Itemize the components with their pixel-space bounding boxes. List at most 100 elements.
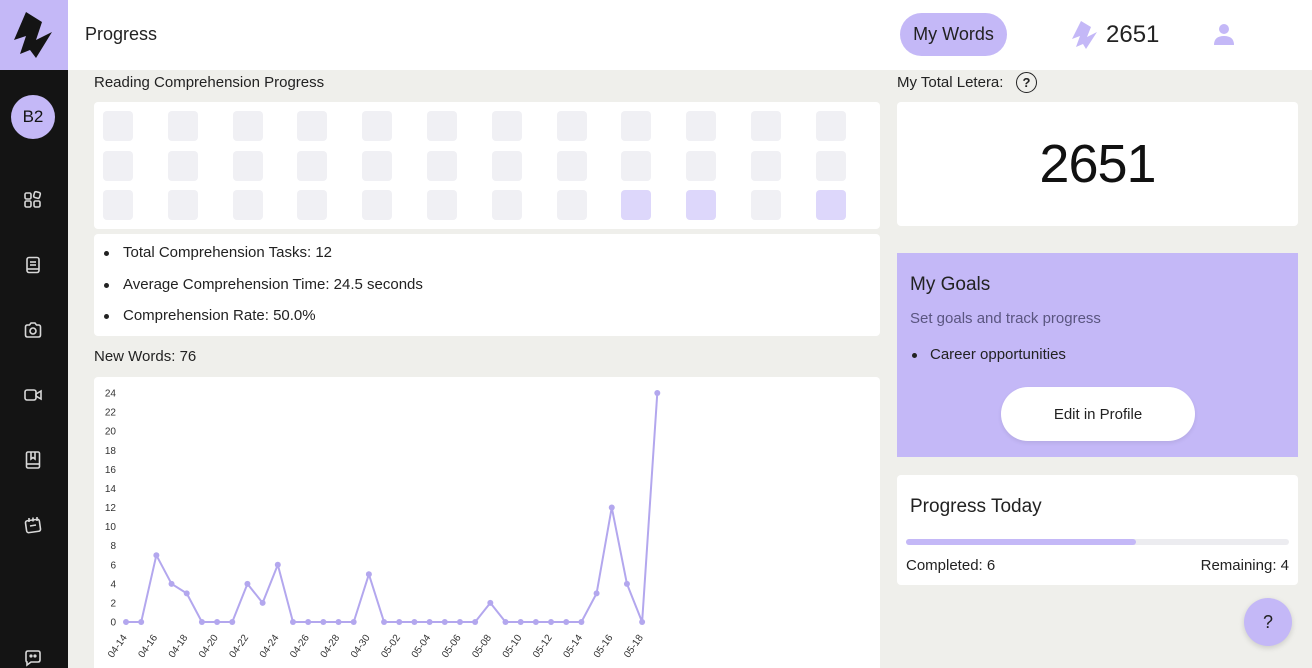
data-point — [593, 590, 600, 597]
x-tick-label: 05-12 — [531, 633, 555, 661]
data-point — [365, 571, 372, 578]
y-tick-label: 0 — [110, 618, 116, 629]
bolt-logo-icon — [14, 12, 52, 58]
bolt-icon — [1072, 21, 1097, 49]
series-line — [126, 392, 659, 623]
stat-average-time: Average Comprehension Time: 24.5 seconds — [104, 275, 423, 307]
data-point — [563, 619, 570, 625]
comprehension-cell — [815, 150, 846, 181]
nav-dashboard-button[interactable] — [22, 189, 44, 211]
comprehension-cell — [232, 111, 263, 141]
total-letera-value: 2651 — [1039, 134, 1156, 194]
top-bar: Progress My Words 2651 — [68, 0, 1312, 70]
data-point — [502, 619, 509, 625]
app-logo[interactable] — [0, 0, 68, 70]
nav-camera-button[interactable] — [22, 319, 44, 341]
data-point — [350, 619, 357, 625]
notebook-icon — [24, 517, 42, 534]
comprehension-cell — [686, 111, 717, 141]
x-tick-label: 05-10 — [501, 633, 525, 661]
x-tick-label: 05-14 — [561, 633, 585, 661]
comprehension-cell — [232, 190, 263, 220]
data-point — [138, 619, 145, 625]
bookmark-book-icon — [25, 451, 41, 469]
nav-video-button[interactable] — [22, 384, 44, 406]
x-tick-label: 05-16 — [592, 633, 616, 661]
comprehension-cell — [167, 111, 198, 141]
data-point — [335, 619, 342, 625]
x-tick-label: 04-26 — [288, 633, 312, 661]
comprehension-cell — [815, 111, 846, 141]
nav-chat-button[interactable] — [22, 647, 44, 668]
video-icon — [24, 389, 42, 401]
comprehension-grid — [94, 102, 880, 229]
data-point — [274, 561, 281, 568]
comprehension-cell — [556, 111, 587, 141]
x-tick-label: 05-18 — [622, 633, 646, 661]
data-point — [198, 619, 205, 625]
y-tick-label: 18 — [105, 446, 117, 457]
sidebar: B2 — [0, 0, 68, 668]
comprehension-cell — [751, 150, 781, 181]
comprehension-cell — [362, 111, 393, 141]
progress-bar-fill — [906, 539, 1136, 545]
comprehension-cell — [103, 190, 133, 220]
data-point — [320, 619, 327, 625]
level-badge[interactable]: B2 — [11, 95, 55, 139]
comprehension-cell — [556, 150, 587, 181]
comprehension-cell — [362, 190, 393, 220]
data-point — [396, 619, 403, 625]
data-point — [456, 619, 463, 625]
remaining-count: Remaining: 4 — [1200, 557, 1289, 574]
comprehension-cell — [751, 111, 781, 141]
x-tick-label: 04-24 — [258, 633, 282, 661]
x-tick-label: 04-18 — [167, 633, 191, 661]
data-point — [305, 619, 312, 625]
data-point — [214, 619, 221, 625]
data-point — [578, 619, 585, 625]
y-tick-label: 22 — [105, 408, 117, 419]
y-tick-label: 10 — [105, 522, 117, 533]
new-words-label: New Words: 76 — [94, 348, 197, 365]
nav-library-button[interactable] — [22, 449, 44, 471]
comprehension-cell — [232, 150, 263, 181]
comprehension-cell — [491, 190, 522, 220]
total-letera-card: 2651 — [897, 102, 1298, 226]
comprehension-cell — [362, 150, 393, 181]
data-point — [517, 619, 524, 625]
y-tick-label: 8 — [110, 541, 116, 552]
comprehension-cell — [686, 150, 717, 181]
data-point — [259, 599, 266, 606]
comprehension-cell — [621, 190, 652, 220]
nav-notebook-button[interactable] — [22, 514, 44, 536]
help-button[interactable]: ? — [1244, 598, 1292, 646]
data-point — [411, 619, 418, 625]
completed-count: Completed: 6 — [906, 557, 996, 574]
x-tick-label: 04-20 — [197, 633, 221, 661]
data-point — [654, 390, 661, 396]
goals-card: My Goals Set goals and track progress Ca… — [897, 253, 1298, 457]
comprehension-cell — [491, 111, 522, 141]
x-tick-label: 05-04 — [410, 633, 434, 661]
y-tick-label: 4 — [110, 579, 116, 590]
edit-in-profile-button[interactable]: Edit in Profile — [1001, 387, 1195, 441]
grid-icon — [24, 190, 42, 208]
user-profile-icon[interactable] — [1212, 22, 1236, 46]
camera-icon — [24, 322, 42, 338]
data-point — [381, 619, 388, 625]
reading-progress-label: Reading Comprehension Progress — [94, 74, 325, 91]
help-circle-icon[interactable]: ? — [1016, 72, 1037, 93]
x-tick-label: 04-16 — [136, 633, 160, 661]
chat-icon — [25, 650, 41, 667]
nav-reading-button[interactable] — [22, 254, 44, 276]
x-tick-label: 04-14 — [106, 633, 130, 661]
comprehension-stats: Total Comprehension Tasks: 12 Average Co… — [94, 234, 880, 336]
data-point — [183, 590, 190, 597]
goal-item: Career opportunities — [910, 346, 1066, 363]
my-words-button[interactable]: My Words — [900, 13, 1007, 56]
comprehension-cell — [297, 190, 328, 220]
data-point — [441, 619, 448, 625]
comprehension-cell — [167, 190, 198, 220]
comprehension-cell — [815, 190, 846, 220]
comprehension-cell — [167, 150, 198, 181]
